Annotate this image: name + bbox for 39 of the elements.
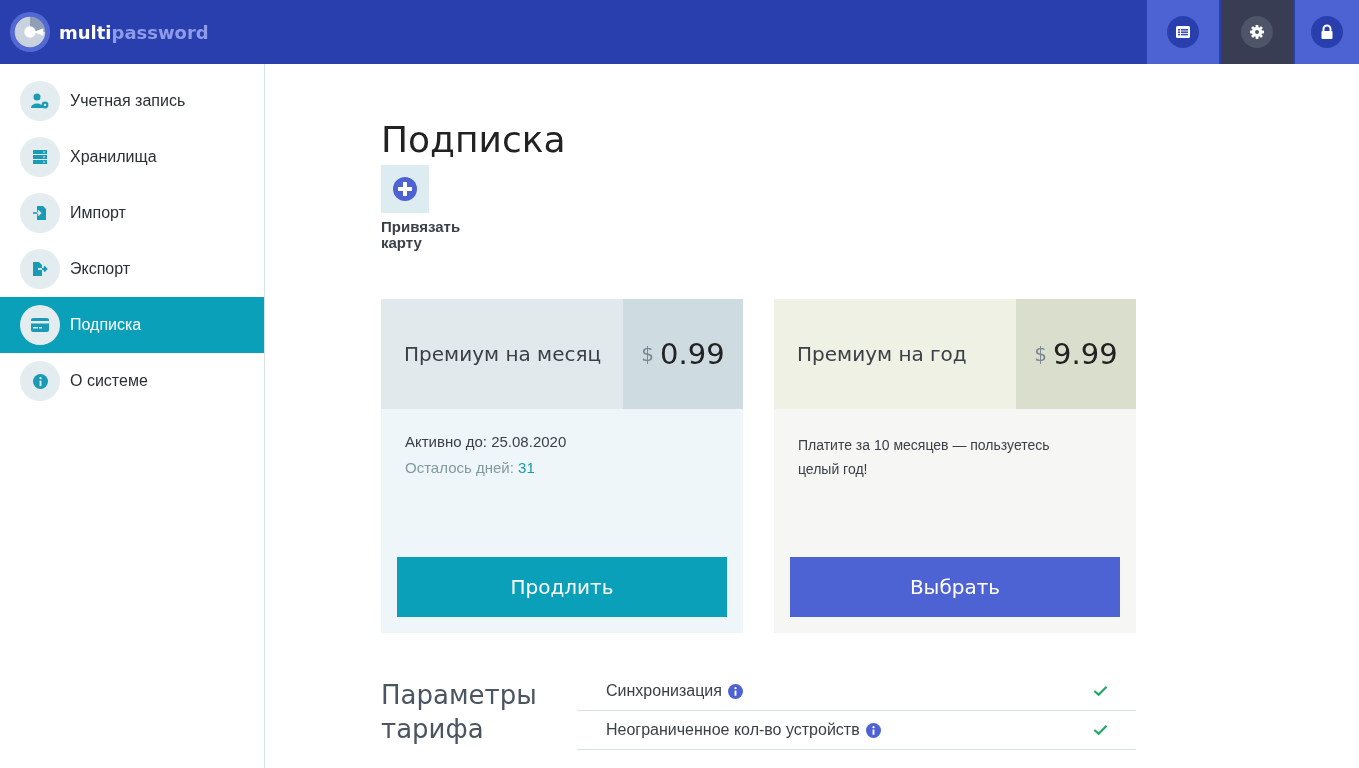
add-card-label: Привязать карту <box>381 219 462 251</box>
app-logo-text: multipassword <box>59 21 209 43</box>
add-card-button[interactable] <box>381 165 429 213</box>
storage-icon <box>32 149 48 165</box>
feature-label: Синхронизация <box>606 682 722 700</box>
plan-name: Премиум на месяц <box>403 341 603 368</box>
sidebar-item[interactable]: Учетная запись <box>0 73 264 129</box>
feature-label: Неограниченное кол-во устройств <box>606 721 860 739</box>
file-export-icon <box>32 261 48 277</box>
file-import-icon <box>32 205 48 221</box>
sidebar-item[interactable]: О системе <box>0 353 264 409</box>
logo-icon <box>9 11 51 53</box>
plan-price: 9.99 <box>1053 337 1118 371</box>
lock-button[interactable] <box>1295 0 1359 64</box>
credit-card-icon <box>31 318 49 332</box>
currency-sign: $ <box>1034 342 1048 366</box>
settings-button[interactable] <box>1221 0 1293 64</box>
currency-sign: $ <box>641 342 655 366</box>
section-title: Параметры тарифа <box>381 679 538 746</box>
settings-icon <box>1249 24 1265 40</box>
sidebar-item[interactable]: Импорт <box>0 185 264 241</box>
info-icon <box>32 373 48 389</box>
sidebar-item[interactable]: Хранилища <box>0 129 264 185</box>
lock-icon <box>1319 24 1335 40</box>
user-gear-icon <box>31 93 49 109</box>
page-title: Подписка <box>381 118 567 162</box>
plan-description: Платите за 10 месяцев — пользуетесь целый год! <box>798 436 1051 479</box>
list-icon <box>1175 24 1191 40</box>
plus-icon <box>393 177 417 201</box>
plan-price: 0.99 <box>660 337 725 371</box>
days-left-label: Осталось дней: <box>405 459 514 476</box>
info-icon[interactable] <box>727 683 743 699</box>
sidebar-item[interactable]: Экспорт <box>0 241 264 297</box>
plan-name: Премиум на год <box>796 341 968 368</box>
days-left-value: 31 <box>518 459 535 476</box>
list-button[interactable] <box>1147 0 1219 64</box>
active-until-text: Активно до: 25.08.2020 <box>405 433 568 451</box>
info-icon[interactable] <box>865 722 881 738</box>
select-button[interactable]: Выбрать <box>790 557 1120 617</box>
